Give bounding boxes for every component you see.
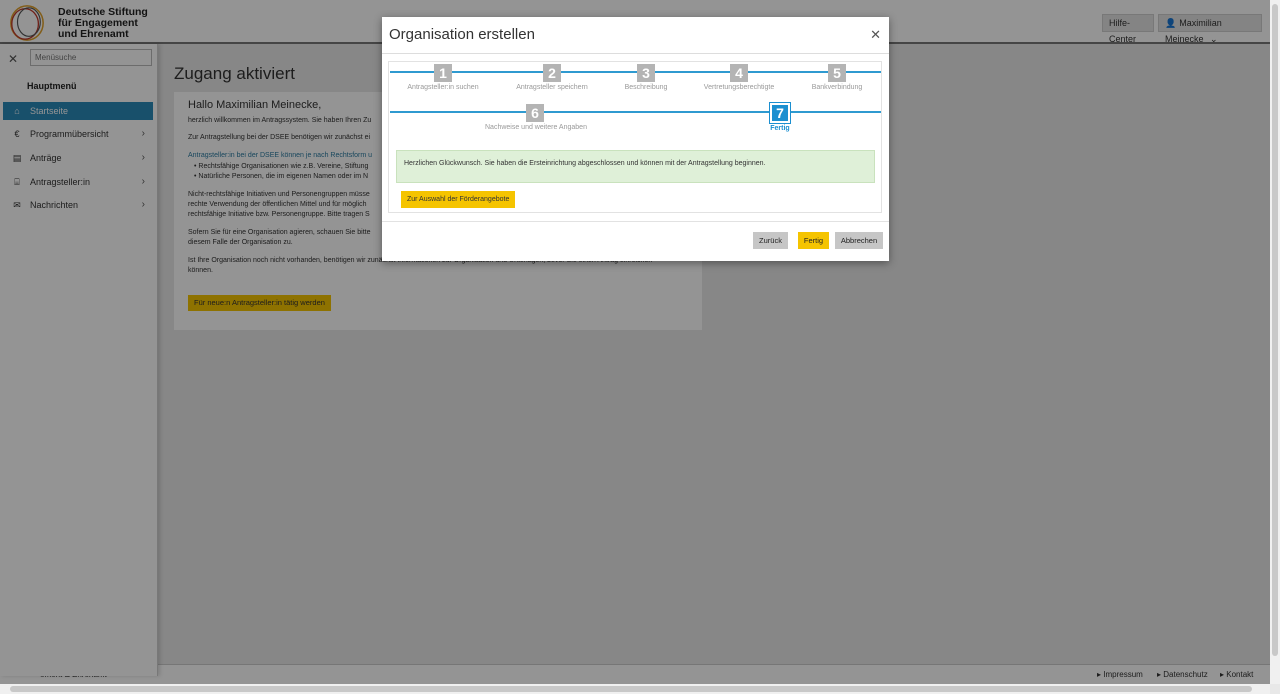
finish-button[interactable]: Fertig [798, 232, 829, 249]
divider [382, 221, 889, 222]
cancel-button[interactable]: Abbrechen [835, 232, 883, 249]
success-alert: Herzlichen Glückwunsch. Sie haben die Er… [396, 150, 875, 183]
step-label: Vertretungsberechtigte [703, 84, 775, 91]
step-label: Antragsteller:in suchen [407, 84, 479, 91]
step-number: 7 [769, 102, 791, 124]
create-organisation-dialog: Organisation erstellen ✕ 1 Antragsteller… [382, 17, 889, 261]
wizard-step-4: 4 Vertretungsberechtigte [689, 64, 789, 91]
wizard-step-2: 2 Antragsteller speichern [502, 64, 602, 91]
step-number: 1 [434, 64, 452, 82]
wizard-step-3: 3 Beschreibung [596, 64, 696, 91]
funding-offers-button[interactable]: Zur Auswahl der Förderangebote [401, 191, 516, 208]
back-button[interactable]: Zurück [753, 232, 788, 249]
step-label: Beschreibung [624, 84, 668, 91]
step-number: 6 [526, 104, 544, 122]
horizontal-scrollbar-thumb[interactable] [10, 686, 1252, 692]
divider [382, 53, 889, 54]
wizard-steps: 1 Antragsteller:in suchen 2 Antragstelle… [388, 61, 882, 213]
step-label: Fertig [770, 125, 790, 132]
step-number: 4 [730, 64, 748, 82]
vertical-scrollbar-thumb[interactable] [1272, 4, 1278, 656]
close-icon[interactable]: ✕ [870, 27, 881, 43]
dialog-title: Organisation erstellen [389, 26, 535, 43]
wizard-step-5: 5 Bankverbindung [787, 64, 887, 91]
vertical-scrollbar[interactable] [1270, 0, 1280, 684]
step-label: Bankverbindung [811, 84, 863, 91]
horizontal-scrollbar[interactable] [0, 684, 1270, 694]
step-number: 2 [543, 64, 561, 82]
step-number: 3 [637, 64, 655, 82]
step-number: 5 [828, 64, 846, 82]
wizard-step-1: 1 Antragsteller:in suchen [393, 64, 493, 91]
wizard-step-7: 7 Fertig [730, 102, 830, 132]
step-label: Nachweise und weitere Angaben [485, 124, 587, 131]
wizard-step-6: 6 Nachweise und weitere Angaben [485, 104, 587, 131]
step-label: Antragsteller speichern [516, 84, 588, 91]
